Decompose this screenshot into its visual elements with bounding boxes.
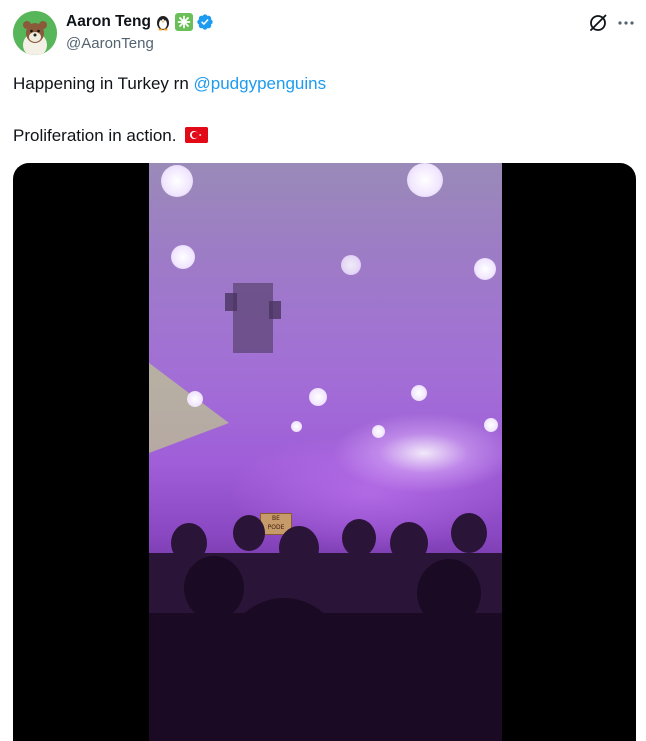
video-frame: BE PODE [149,163,502,741]
laser-beam [149,363,229,453]
crowd-silhouettes [149,513,502,741]
verified-badge-icon[interactable] [196,13,214,31]
light-orb [187,391,203,407]
turkey-flag-icon [185,127,209,143]
tweet-card: Aaron Teng @AaronTeng Happening in Turke… [0,0,646,741]
light-orb [309,388,327,406]
video-player[interactable]: BE PODE [13,163,636,741]
more-icon[interactable] [616,13,636,33]
tweet-text-line1: Happening in Turkey rn @pudgypenguins [13,73,326,95]
display-name-row: Aaron Teng [66,12,214,32]
light-orb [411,385,427,401]
clover-emoji-icon [174,13,193,31]
light-orb [372,425,385,438]
mention-link[interactable]: @pudgypenguins [194,74,327,93]
handle[interactable]: @AaronTeng [66,35,154,52]
tweet-text-line2: Proliferation in action. [13,125,209,147]
light-orb [341,255,361,275]
tweet-text: Happening in Turkey rn [13,74,194,93]
display-name[interactable]: Aaron Teng [66,13,151,31]
light-orb [161,165,193,197]
avatar[interactable] [13,11,57,55]
light-orb [474,258,496,280]
light-orb [407,163,443,197]
light-orb [171,245,195,269]
light-orb [484,418,498,432]
grok-icon[interactable] [588,13,608,33]
tweet-text: Proliferation in action. [13,126,177,145]
stage-rig [225,283,281,353]
penguin-emoji-icon [154,13,172,31]
light-orb [291,421,302,432]
